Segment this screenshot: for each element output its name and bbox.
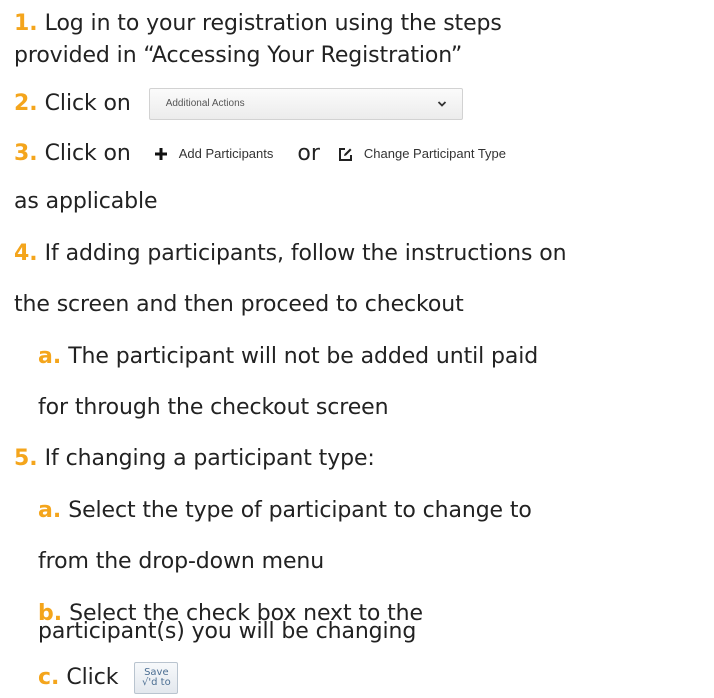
step-3: 3. Click on Add Participants or Change P…	[14, 140, 506, 168]
add-participants-label: Add Participants	[178, 146, 274, 161]
step-4-line-1: 4. If adding participants, follow the in…	[14, 240, 567, 268]
step-5b-line-2: participant(s) you will be changing	[38, 618, 416, 646]
step-5: 5. If changing a participant type:	[14, 445, 375, 473]
step-number: 2.	[14, 91, 38, 116]
step-text: If adding participants, follow the instr…	[44, 241, 567, 266]
step-5a-line-1: a. Select the type of participant to cha…	[38, 497, 532, 525]
plus-icon	[153, 146, 169, 162]
change-participant-type-label: Change Participant Type	[363, 146, 507, 161]
step-number: 5.	[14, 446, 38, 471]
substep-text: Select the type of participant to change…	[68, 498, 532, 523]
save-sublabel: √'d to	[142, 677, 171, 688]
step-text: Click on	[44, 141, 131, 166]
step-3-line-2: as applicable	[14, 188, 158, 216]
add-participants-link[interactable]: Add Participants	[153, 140, 274, 168]
step-5c: c. Click Save √'d to	[38, 662, 179, 694]
change-participant-type-link[interactable]: Change Participant Type	[338, 140, 506, 168]
additional-actions-dropdown[interactable]: Additional Actions	[148, 88, 463, 120]
substep-text: participant(s) you will be changing	[38, 619, 417, 644]
dropdown-label: Additional Actions	[165, 98, 245, 109]
chevron-down-icon	[436, 98, 448, 110]
step-number: 3.	[14, 141, 38, 166]
step-text: Log in to your registration using the st…	[44, 11, 502, 36]
edit-icon	[338, 146, 354, 162]
step-2: 2. Click on Additional Actions	[14, 88, 463, 120]
step-text: as applicable	[14, 189, 158, 214]
substep-letter: a.	[38, 344, 62, 369]
step-number: 4.	[14, 241, 38, 266]
substep-letter: a.	[38, 498, 62, 523]
step-4-line-2: the screen and then proceed to checkout	[14, 291, 464, 319]
step-1-line-1: 1. Log in to your registration using the…	[14, 10, 502, 38]
substep-text: The participant will not be added until …	[68, 344, 539, 369]
or-text: or	[297, 141, 320, 166]
step-5a-line-2: from the drop-down menu	[38, 548, 324, 576]
substep-text: Click	[66, 665, 119, 690]
save-button[interactable]: Save √'d to	[134, 662, 179, 694]
step-text: If changing a participant type:	[44, 446, 375, 471]
step-1-line-2: provided in “Accessing Your Registration…	[14, 42, 462, 70]
step-4a-line-1: a. The participant will not be added unt…	[38, 343, 538, 371]
step-text: provided in “Accessing Your Registration…	[14, 43, 463, 68]
substep-text: for through the checkout screen	[38, 395, 389, 420]
step-text: Click on	[44, 91, 131, 116]
step-text: the screen and then proceed to checkout	[14, 292, 464, 317]
step-number: 1.	[14, 11, 38, 36]
step-4a-line-2: for through the checkout screen	[38, 394, 389, 422]
substep-text: from the drop-down menu	[38, 549, 325, 574]
substep-letter: c.	[38, 665, 60, 690]
